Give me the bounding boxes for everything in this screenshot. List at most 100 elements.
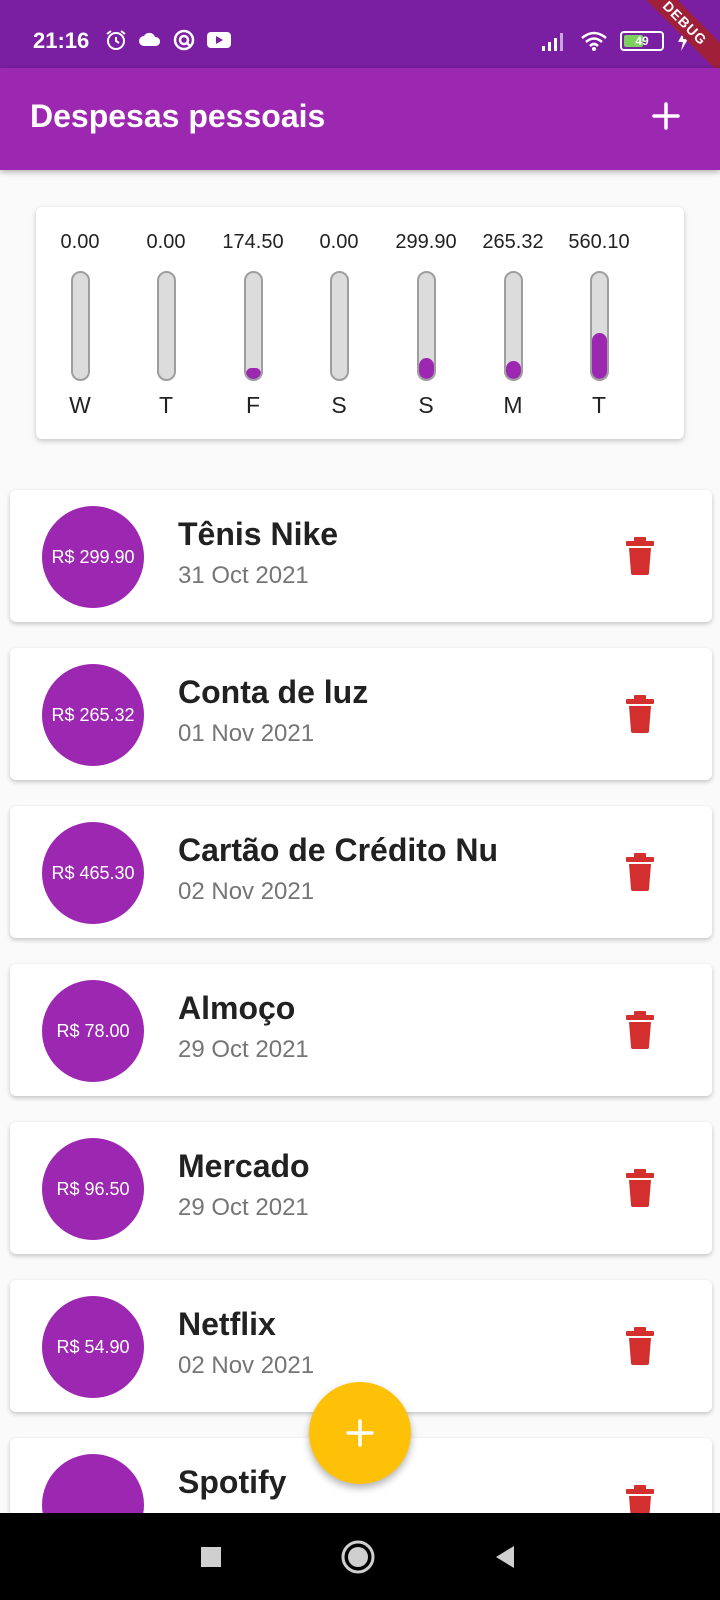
transaction-date: 29 Oct 2021 bbox=[178, 1036, 309, 1063]
transaction-title: Mercado bbox=[178, 1148, 310, 1184]
transaction-amount: R$ 54.90 bbox=[56, 1336, 130, 1357]
weekly-chart-card: 0.00 W 0.00 T 174.50 F 0.00 S 299.90 S 265.32 M 560.… bbox=[36, 207, 684, 439]
transaction-item[interactable]: R$ 78.00 Almoço 29 Oct 2021 bbox=[10, 964, 712, 1096]
add-fab-button[interactable] bbox=[309, 1382, 411, 1484]
trash-icon bbox=[626, 1169, 654, 1207]
youtube-icon bbox=[207, 32, 231, 48]
status-time: 21:16 bbox=[33, 28, 90, 53]
chart-bar-column: 0.00 W bbox=[40, 207, 120, 439]
transaction-amount-avatar: R$ 78.00 bbox=[42, 980, 144, 1082]
chart-bar-day: W bbox=[69, 392, 91, 418]
transaction-date: 02 Nov 2021 bbox=[178, 1352, 315, 1379]
chart-bar-track bbox=[417, 271, 436, 381]
chart-bar-fill bbox=[419, 357, 434, 379]
delete-button[interactable] bbox=[624, 694, 656, 734]
delete-button[interactable] bbox=[624, 1326, 656, 1366]
chart-bar-day: S bbox=[418, 392, 434, 418]
transaction-title: Cartão de Crédito Nu bbox=[178, 832, 499, 868]
transaction-amount-avatar: R$ 465.30 bbox=[42, 822, 144, 924]
recents-square-icon bbox=[201, 1547, 221, 1567]
transaction-title: Netflix bbox=[178, 1306, 276, 1342]
chart-bar-column: 265.32 M bbox=[473, 207, 553, 439]
chart-bar-day: S bbox=[331, 392, 347, 418]
transaction-item[interactable]: R$ 299.90 Tênis Nike 31 Oct 2021 bbox=[10, 490, 712, 622]
battery-icon: 49 bbox=[620, 31, 664, 51]
chart-bar-day: F bbox=[245, 392, 261, 418]
trash-icon bbox=[626, 1327, 654, 1365]
battery-level: 49 bbox=[635, 34, 649, 48]
delete-button[interactable] bbox=[624, 536, 656, 576]
transaction-item[interactable]: R$ 465.30 Cartão de Crédito Nu 02 Nov 2021 bbox=[10, 806, 712, 938]
delete-button[interactable] bbox=[624, 852, 656, 892]
chart-bar-value: 299.90 bbox=[395, 231, 457, 253]
status-left-icons bbox=[104, 28, 232, 52]
chart-bar-value: 560.10 bbox=[568, 231, 630, 253]
transaction-date: 02 Nov 2021 bbox=[178, 878, 315, 905]
transaction-amount-avatar: R$ 54.90 bbox=[42, 1296, 144, 1398]
chart-bar-value: 0.00 bbox=[319, 231, 359, 253]
home-button[interactable] bbox=[339, 1538, 377, 1576]
plus-icon bbox=[652, 102, 680, 130]
sync-icon bbox=[173, 29, 195, 51]
chart-bar-track bbox=[590, 271, 609, 381]
chart-bar-track bbox=[330, 271, 349, 381]
chart-bar-track bbox=[71, 271, 90, 381]
transaction-amount: R$ 265.32 bbox=[51, 704, 135, 725]
wifi-icon bbox=[581, 31, 607, 51]
trash-icon bbox=[626, 695, 654, 733]
transaction-date: 29 Oct 2021 bbox=[178, 1194, 309, 1221]
trash-icon bbox=[626, 537, 654, 575]
trash-icon bbox=[626, 1011, 654, 1049]
chart-bar-day: T bbox=[158, 392, 174, 418]
chart-bar-value: 265.32 bbox=[482, 231, 544, 253]
transaction-amount-avatar: R$ 96.50 bbox=[42, 1138, 144, 1240]
chart-bar-day: T bbox=[591, 392, 607, 418]
chart-bar-track bbox=[157, 271, 176, 381]
chart-bar-column: 299.90 S bbox=[386, 207, 466, 439]
plus-icon bbox=[346, 1419, 374, 1447]
cloud-icon bbox=[139, 32, 161, 46]
app-bar: Despesas pessoais bbox=[0, 68, 720, 170]
chart-bar-track bbox=[504, 271, 523, 381]
chart-bar-column: 560.10 T bbox=[559, 207, 639, 439]
transaction-title: Conta de luz bbox=[178, 674, 369, 710]
transaction-title: Tênis Nike bbox=[178, 516, 339, 552]
back-triangle-icon bbox=[496, 1546, 514, 1568]
alarm-icon bbox=[106, 30, 126, 50]
chart-bar-fill bbox=[246, 368, 261, 379]
page-title: Despesas pessoais bbox=[30, 98, 326, 134]
transaction-amount: R$ 299.90 bbox=[51, 546, 135, 567]
chart-bar-fill bbox=[506, 360, 521, 379]
chart-bar-value: 0.00 bbox=[146, 231, 186, 253]
back-button[interactable] bbox=[490, 1541, 522, 1573]
recents-button[interactable] bbox=[195, 1541, 227, 1573]
transaction-amount: R$ 96.50 bbox=[56, 1178, 130, 1199]
transaction-amount-avatar: R$ 265.32 bbox=[42, 664, 144, 766]
chart-bar-column: 174.50 F bbox=[213, 207, 293, 439]
trash-icon bbox=[626, 853, 654, 891]
chart-bar-value: 0.00 bbox=[60, 231, 100, 253]
chart-bar-day: M bbox=[503, 392, 523, 418]
system-nav-bar bbox=[0, 1513, 720, 1600]
chart-bar-value: 174.50 bbox=[222, 231, 284, 253]
transaction-item[interactable]: R$ 265.32 Conta de luz 01 Nov 2021 bbox=[10, 648, 712, 780]
chart-bar-column: 0.00 S bbox=[299, 207, 379, 439]
transaction-date: 31 Oct 2021 bbox=[178, 562, 309, 589]
chart-bar-track bbox=[244, 271, 263, 381]
signal-icon bbox=[542, 33, 563, 51]
delete-button[interactable] bbox=[624, 1168, 656, 1208]
home-circle-icon bbox=[341, 1540, 375, 1574]
transaction-amount-avatar: R$ 299.90 bbox=[42, 506, 144, 608]
transaction-item[interactable]: R$ 96.50 Mercado 29 Oct 2021 bbox=[10, 1122, 712, 1254]
add-transaction-button[interactable] bbox=[642, 92, 690, 140]
transaction-amount: R$ 465.30 bbox=[51, 862, 135, 883]
delete-button[interactable] bbox=[624, 1010, 656, 1050]
transaction-title: Almoço bbox=[178, 990, 296, 1026]
transaction-date: 01 Nov 2021 bbox=[178, 720, 315, 747]
chart-bar-fill bbox=[592, 333, 607, 379]
chart-bar-column: 0.00 T bbox=[126, 207, 206, 439]
status-right-icons: 49 bbox=[540, 30, 690, 52]
transaction-title: Spotify bbox=[178, 1464, 287, 1500]
status-bar: 21:16 49 DEBUG bbox=[0, 0, 720, 68]
transaction-amount: R$ 78.00 bbox=[56, 1020, 130, 1041]
